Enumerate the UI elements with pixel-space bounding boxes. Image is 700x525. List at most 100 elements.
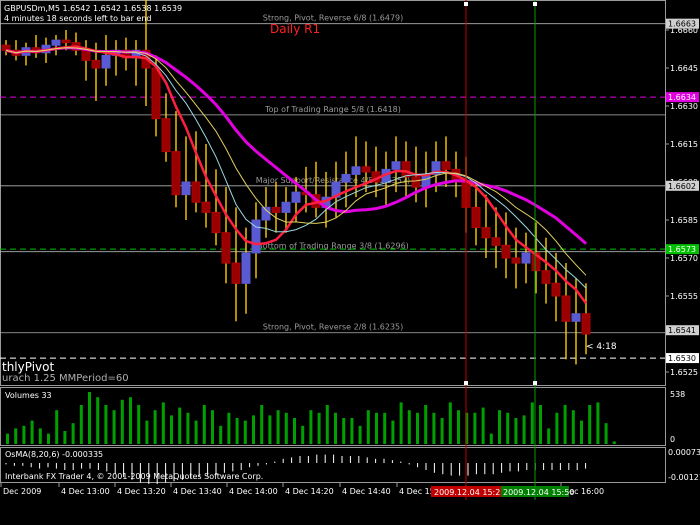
time-tick-label: 4 Dec 14:40 <box>342 487 391 496</box>
volume-bar <box>219 425 223 444</box>
volume-bar <box>161 402 165 444</box>
volume-bar <box>358 425 362 444</box>
volume-bar <box>186 412 190 444</box>
price-tick-label: 1.6570 <box>670 254 698 263</box>
volume-bar <box>547 428 551 444</box>
countdown-label: < 4:18 <box>586 342 617 352</box>
volume-bar <box>47 433 50 444</box>
volume-bar <box>481 407 485 444</box>
volume-scale-max: 538 <box>670 390 685 399</box>
candle-body <box>261 206 271 221</box>
volume-bar <box>243 420 247 444</box>
volume-bar <box>129 397 132 444</box>
volume-bar <box>522 415 526 444</box>
volume-bar <box>170 415 173 444</box>
volume-bar <box>375 412 378 444</box>
volume-bar <box>342 418 346 444</box>
price-tag-label: 1.6530 <box>668 354 696 363</box>
candle-body <box>491 237 501 246</box>
volume-bar <box>22 425 26 444</box>
time-tick-label: 4 Dec 13:20 <box>117 487 166 496</box>
volume-bar <box>489 433 493 444</box>
green-marker-handle-mid[interactable] <box>533 381 537 385</box>
price-tick-label: 1.6630 <box>670 102 698 111</box>
candle-body <box>151 67 161 120</box>
volume-bar <box>424 405 428 444</box>
candle-body <box>501 244 511 259</box>
candle-body <box>411 176 421 188</box>
volume-bar <box>432 412 436 444</box>
candle-body <box>551 282 561 297</box>
pivot-title: Daily R1 <box>270 22 320 36</box>
volume-bar <box>227 412 231 444</box>
volume-bar <box>563 405 567 444</box>
candle-body <box>521 252 531 264</box>
volume-bar <box>153 410 157 444</box>
osma-scale-top: 0.000734 <box>668 448 700 457</box>
volume-bar <box>325 405 329 444</box>
price-tag-label: 1.6541 <box>668 326 696 335</box>
bar-timer: 4 minutes 18 seconds left to bar end <box>4 14 151 23</box>
time-tick-label: 4 Dec 14:00 <box>229 487 278 496</box>
candle-body <box>191 181 201 203</box>
candle-body <box>291 191 301 203</box>
volume-bar <box>14 428 18 444</box>
price-tick-label: 1.6585 <box>670 216 698 225</box>
volume-bar <box>555 412 559 444</box>
candle-body <box>481 227 491 239</box>
red-marker-handle-mid[interactable] <box>464 381 468 385</box>
volume-bar <box>407 410 411 444</box>
price-tag-label: 1.6602 <box>668 182 696 191</box>
volume-bar <box>120 399 124 444</box>
candle-body <box>351 166 361 175</box>
volume-bar <box>104 405 108 444</box>
pivot-indicator-label: thlyPivot <box>2 360 54 374</box>
volume-bar <box>194 420 198 444</box>
volume-bar <box>317 412 321 444</box>
volume-bar <box>112 410 116 444</box>
level-label: Top of Trading Range 5/8 (1.6418) <box>264 105 401 114</box>
volume-bar <box>202 405 206 444</box>
candle-body <box>471 206 481 229</box>
volume-bar <box>473 412 477 444</box>
volume-bar <box>498 410 501 444</box>
candle-body <box>281 201 291 213</box>
mm-indicator-label: urach 1.25 MMPeriod=60 <box>2 373 129 384</box>
volume-bar <box>6 433 9 444</box>
volume-bar <box>38 428 42 444</box>
volume-bar <box>334 412 337 444</box>
volume-bar <box>55 410 59 444</box>
osma-scale-bottom: -0.00121 <box>668 473 700 482</box>
volume-bar <box>350 418 354 444</box>
price-tick-label: 1.6615 <box>670 140 698 149</box>
time-tick-label: 4 Dec 14:20 <box>285 487 334 496</box>
candle-body <box>341 173 351 183</box>
candle-body <box>441 161 451 170</box>
green-marker-handle-top[interactable] <box>533 2 537 6</box>
volume-bar <box>571 410 575 444</box>
candle-body <box>231 262 241 284</box>
candle-body <box>61 39 71 44</box>
candle-body <box>241 252 251 284</box>
volume-bar <box>383 412 387 444</box>
red-marker-handle-top[interactable] <box>464 2 468 6</box>
candle-body <box>361 166 371 173</box>
green-marker-time-tag: 2009.12.04 15:50 <box>503 488 574 497</box>
candle-body <box>271 206 281 213</box>
price-tag-label: 1.6573 <box>668 245 696 254</box>
volume-bar <box>457 410 460 444</box>
symbol-info: GBPUSDm,M5 1.6542 1.6542 1.6538 1.6539 <box>4 4 182 13</box>
price-tick-label: 1.6555 <box>670 292 698 301</box>
candle-body <box>201 201 211 213</box>
volume-bar <box>88 392 91 444</box>
volume-bar <box>588 405 592 444</box>
volume-bar <box>260 405 264 444</box>
volume-bar <box>30 420 34 444</box>
candle-body <box>81 49 91 61</box>
candle-body <box>51 39 61 46</box>
price-tag-label: 1.6663 <box>668 20 696 29</box>
trading-chart[interactable]: Strong, Pivot, Reverse 6/8 (1.6479)Top o… <box>0 0 700 525</box>
volume-bars <box>6 392 616 444</box>
candle-body <box>571 313 581 322</box>
volume-bar <box>391 420 395 444</box>
